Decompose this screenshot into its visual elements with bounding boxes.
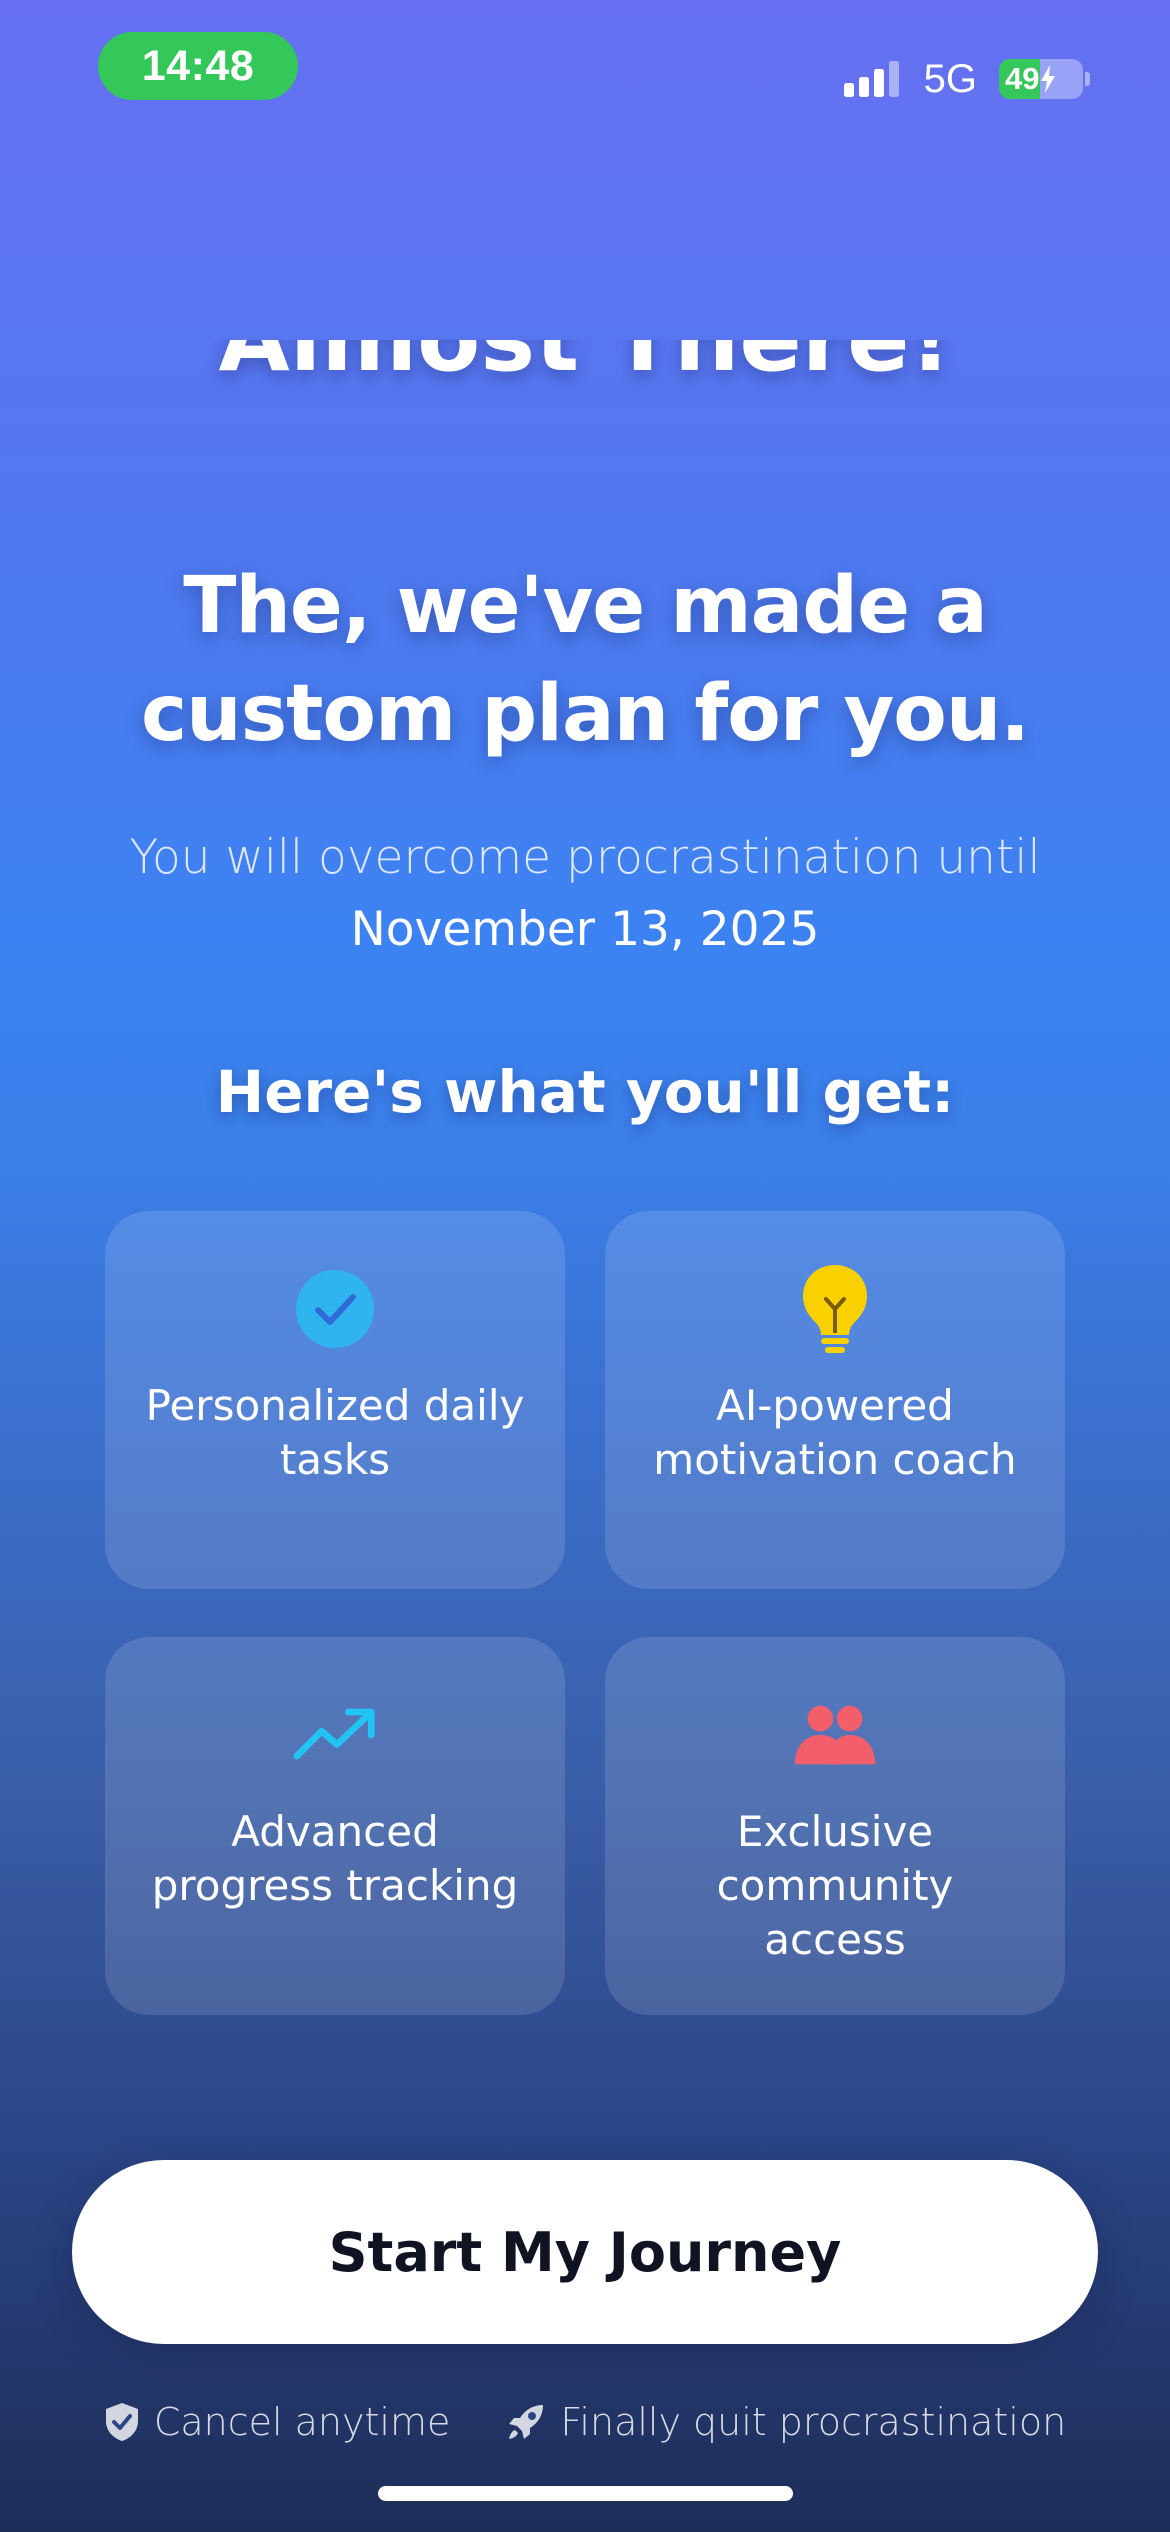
scrolled-title: Almost There! <box>0 340 1170 440</box>
check-circle-icon <box>293 1267 377 1351</box>
start-journey-button[interactable]: Start My Journey <box>72 2160 1098 2344</box>
users-icon <box>793 1693 877 1777</box>
home-indicator[interactable] <box>378 2486 793 2501</box>
signal-icon <box>843 61 899 97</box>
battery-indicator: 49 <box>999 59 1083 99</box>
overcome-text: You will overcome procrastination until <box>129 830 1041 885</box>
battery-percent: 49 <box>999 61 1056 97</box>
charging-bolt-icon <box>1041 65 1056 93</box>
quit-procrastination-label: Finally quit procrastination <box>560 2400 1067 2444</box>
status-time: 14:48 <box>98 32 298 100</box>
trending-up-icon <box>293 1693 377 1777</box>
feature-label: Exclusive community access <box>716 1807 954 1964</box>
overcome-date: November 13, 2025 <box>350 902 820 957</box>
feature-card-progress-tracking: Advanced progress tracking <box>105 1637 565 2015</box>
features-heading: Here's what you'll get: <box>215 1058 955 1126</box>
footer-item-cancel: Cancel anytime <box>104 2400 451 2444</box>
onboarding-plan-screen: 14:48 5G 49 Almost There! The, we've mad… <box>0 0 1170 2532</box>
feature-card-community: Exclusive community access <box>605 1637 1065 2015</box>
feature-label: Personalized daily tasks <box>145 1381 525 1484</box>
rocket-icon <box>509 2405 544 2439</box>
shield-check-icon <box>105 2403 138 2441</box>
feature-card-daily-tasks: Personalized daily tasks <box>105 1211 565 1589</box>
overcome-message: You will overcome procrastination until … <box>90 822 1080 966</box>
footer-benefits: Cancel anytime Finally quit procrastinat… <box>0 2400 1170 2444</box>
footer-item-quit: Finally quit procrastination <box>506 2400 1066 2444</box>
plan-title: The, we've made a custom plan for you. <box>140 561 1030 759</box>
feature-label: Advanced progress tracking <box>151 1807 519 1910</box>
network-type: 5G <box>923 56 977 101</box>
feature-card-motivation-coach: AI-powered motivation coach <box>605 1211 1065 1589</box>
feature-label: AI-powered motivation coach <box>653 1381 1017 1484</box>
battery-nub <box>1085 72 1090 86</box>
cancel-anytime-label: Cancel anytime <box>153 2400 451 2444</box>
status-indicators: 5G 49 <box>843 44 1090 114</box>
features-grid: Personalized daily tasks AI-powered moti… <box>105 1211 1065 2015</box>
lightbulb-icon <box>793 1265 877 1353</box>
